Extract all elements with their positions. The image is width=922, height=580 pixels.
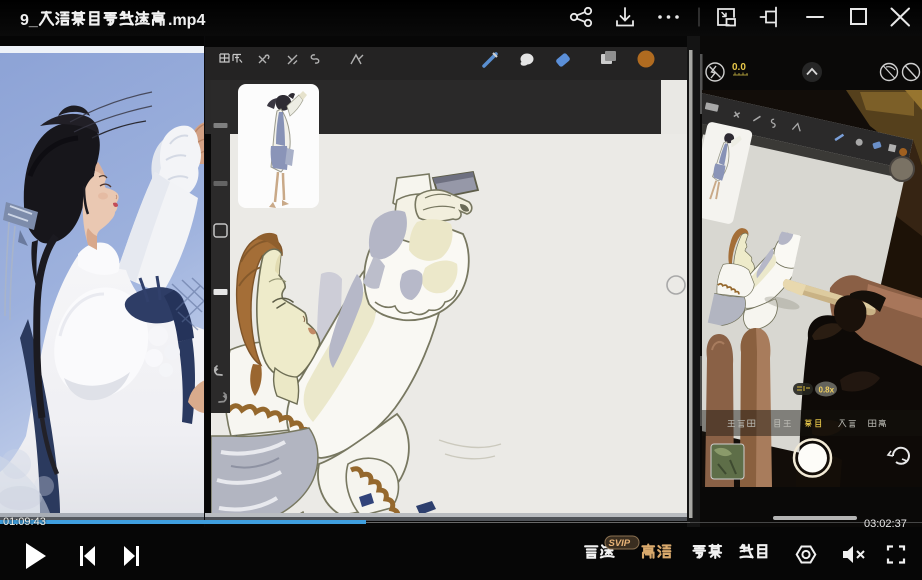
svg-text:0.0: 0.0 bbox=[732, 62, 746, 73]
svg-text:SVIP: SVIP bbox=[609, 538, 631, 549]
svg-text:9_: 9_ bbox=[20, 12, 39, 29]
svg-text:.mp4: .mp4 bbox=[168, 12, 205, 29]
svg-text:0.8x: 0.8x bbox=[819, 386, 835, 395]
